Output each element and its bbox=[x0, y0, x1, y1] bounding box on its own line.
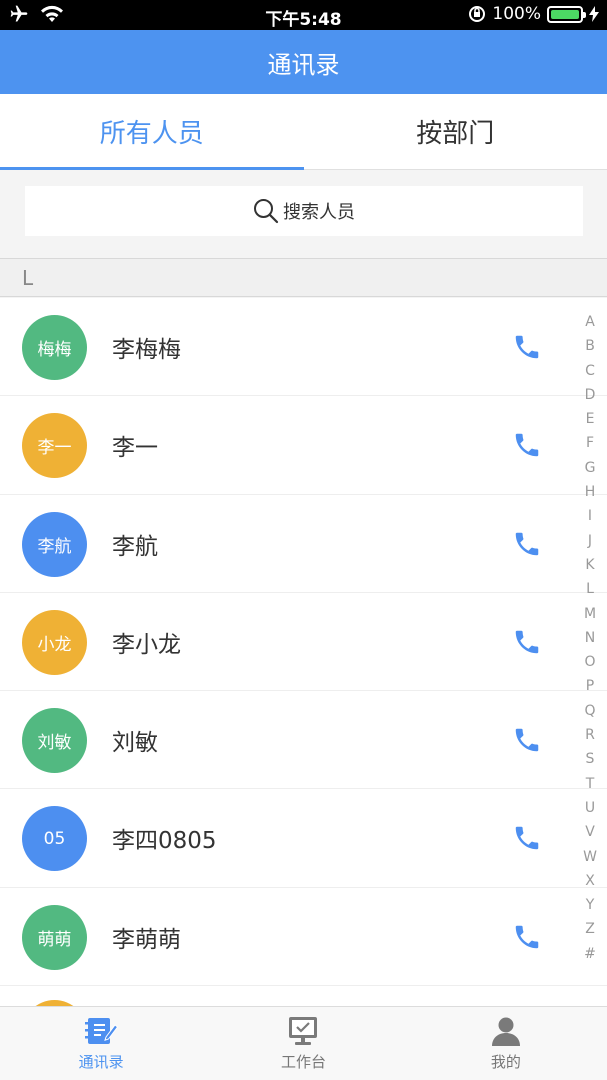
index-letter[interactable]: O bbox=[584, 650, 595, 674]
contact-row[interactable]: 05 李四0805 bbox=[0, 789, 607, 888]
index-letter[interactable]: C bbox=[585, 359, 595, 383]
index-letter[interactable]: G bbox=[585, 456, 596, 480]
tabbar-item-workbench[interactable]: 工作台 bbox=[202, 1007, 404, 1080]
battery-icon bbox=[547, 5, 586, 23]
phone-icon[interactable] bbox=[512, 430, 542, 460]
phone-icon[interactable] bbox=[512, 922, 542, 952]
contact-row[interactable]: 小龙 李小龙 bbox=[0, 593, 607, 692]
page-title: 通讯录 bbox=[267, 50, 340, 79]
index-letter[interactable]: B bbox=[585, 334, 595, 358]
index-letter[interactable]: F bbox=[586, 431, 594, 455]
index-letter[interactable]: P bbox=[586, 674, 594, 698]
search-placeholder: 搜索人员 bbox=[283, 202, 355, 223]
index-letter[interactable]: J bbox=[588, 529, 592, 553]
index-letter[interactable]: # bbox=[584, 942, 596, 966]
phone-icon[interactable] bbox=[512, 725, 542, 755]
battery-percent: 100% bbox=[492, 4, 541, 24]
contact-list: 梅梅 李梅梅 李一 李一 李航 李航 小龙 李小龙 刘敏 刘敏 05 李四080… bbox=[0, 298, 607, 1006]
search-area: 搜索人员 bbox=[0, 170, 607, 252]
contact-name: 李航 bbox=[112, 533, 158, 560]
contact-row[interactable]: 梅梅 李梅梅 bbox=[0, 298, 607, 397]
avatar: 刘敏 bbox=[22, 708, 87, 774]
index-letter[interactable]: I bbox=[588, 504, 592, 528]
index-letter[interactable]: M bbox=[584, 602, 596, 626]
phone-icon[interactable] bbox=[512, 823, 542, 853]
avatar: 李航 bbox=[22, 511, 87, 577]
phone-icon[interactable] bbox=[512, 529, 542, 559]
index-letter[interactable]: L bbox=[586, 577, 594, 601]
index-letter[interactable]: E bbox=[586, 407, 595, 431]
search-icon bbox=[254, 199, 279, 224]
avatar: 05 bbox=[22, 806, 87, 872]
index-letter[interactable]: V bbox=[585, 820, 595, 844]
index-letter[interactable]: H bbox=[585, 480, 596, 504]
contact-row-partial[interactable] bbox=[0, 986, 607, 1006]
contact-row[interactable]: 李一 李一 bbox=[0, 396, 607, 495]
index-letter[interactable]: S bbox=[586, 747, 595, 771]
section-letter: L bbox=[22, 265, 34, 290]
tabbar-label: 通讯录 bbox=[78, 1053, 124, 1071]
tabbar-item-contacts[interactable]: 通讯录 bbox=[0, 1007, 202, 1080]
index-letter[interactable]: A bbox=[585, 310, 595, 334]
contacts-icon bbox=[85, 1018, 119, 1044]
contact-row[interactable]: 刘敏 刘敏 bbox=[0, 691, 607, 790]
contact-row[interactable]: 萌萌 李萌萌 bbox=[0, 888, 607, 987]
index-letter[interactable]: U bbox=[585, 796, 595, 820]
index-letter[interactable]: W bbox=[583, 845, 597, 869]
section-header: L bbox=[0, 258, 607, 297]
contact-name: 李小龙 bbox=[112, 631, 181, 658]
index-letter[interactable]: R bbox=[585, 723, 595, 747]
status-right: 100% bbox=[468, 4, 599, 24]
index-letter[interactable]: Z bbox=[585, 917, 595, 941]
search-input[interactable]: 搜索人员 bbox=[25, 186, 583, 236]
index-letter[interactable]: D bbox=[585, 383, 596, 407]
tab-by-department[interactable]: 按部门 bbox=[304, 94, 607, 169]
contact-name: 刘敏 bbox=[112, 730, 158, 757]
avatar: 梅梅 bbox=[22, 315, 87, 380]
nav-bar: 通讯录 bbox=[0, 30, 607, 94]
contact-row[interactable]: 李航 李航 bbox=[0, 495, 607, 593]
tabbar-label: 我的 bbox=[490, 1053, 521, 1071]
avatar: 李一 bbox=[22, 413, 87, 479]
profile-icon bbox=[491, 1017, 520, 1046]
index-letter[interactable]: X bbox=[585, 869, 595, 893]
avatar: 萌萌 bbox=[22, 904, 87, 970]
workbench-icon bbox=[289, 1017, 318, 1045]
tab-bar: 所有人员 按部门 bbox=[0, 94, 607, 170]
index-letter[interactable]: T bbox=[586, 772, 595, 796]
phone-icon[interactable] bbox=[512, 627, 542, 657]
avatar: 小龙 bbox=[22, 609, 87, 675]
index-letter[interactable]: N bbox=[585, 626, 595, 650]
phone-icon[interactable] bbox=[512, 332, 542, 362]
contact-name: 李萌萌 bbox=[112, 926, 181, 953]
tab-all-people[interactable]: 所有人员 bbox=[0, 94, 304, 170]
bottom-tab-bar: 通讯录 工作台 我的 bbox=[0, 1006, 607, 1080]
index-letter[interactable]: Q bbox=[584, 699, 595, 723]
status-bar: 下午5:48 100% bbox=[0, 0, 607, 30]
contact-name: 李四0805 bbox=[112, 828, 217, 855]
contact-name: 李一 bbox=[112, 435, 158, 462]
index-letter[interactable]: K bbox=[585, 553, 594, 577]
tabbar-item-profile[interactable]: 我的 bbox=[405, 1007, 607, 1080]
contact-name: 李梅梅 bbox=[112, 337, 181, 363]
rotation-lock-icon bbox=[469, 6, 486, 22]
tabbar-label: 工作台 bbox=[280, 1053, 326, 1071]
charging-icon bbox=[589, 6, 599, 22]
alphabet-index[interactable]: A B C D E F G H I J K L M N O P Q R S T … bbox=[578, 310, 602, 966]
index-letter[interactable]: Y bbox=[586, 893, 595, 917]
